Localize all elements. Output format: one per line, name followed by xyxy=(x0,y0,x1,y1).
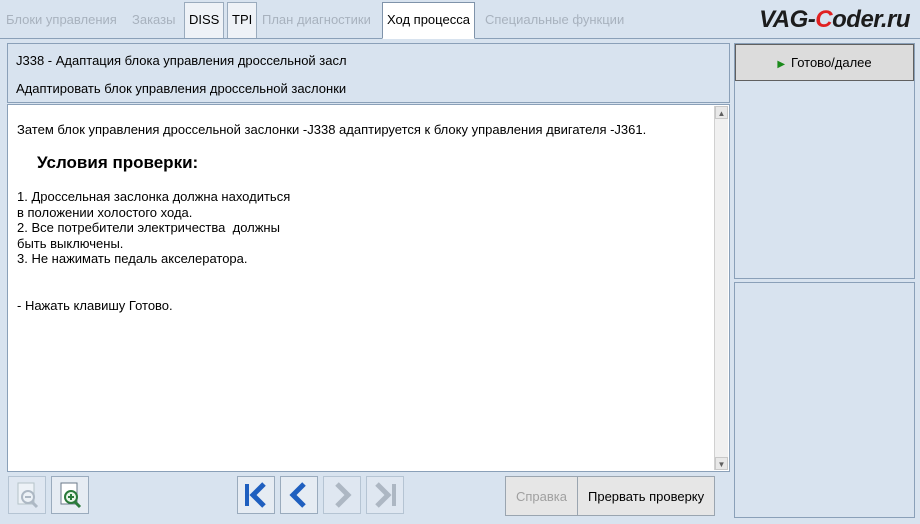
skip-first-icon xyxy=(245,482,266,508)
right-panel-bottom xyxy=(734,282,915,518)
abort-test-button[interactable]: Прервать проверку xyxy=(577,476,716,516)
tab-control-units[interactable]: Блоки управления xyxy=(2,3,121,37)
condition-line: 2. Все потребители электричества должны xyxy=(17,220,280,235)
zoom-out-button[interactable] xyxy=(8,476,46,514)
zoom-in-button[interactable] xyxy=(51,476,89,514)
last-step-button[interactable] xyxy=(366,476,404,514)
help-button[interactable]: Справка xyxy=(505,476,578,516)
skip-last-icon xyxy=(375,482,396,508)
tab-tpi[interactable]: TPI xyxy=(227,2,258,38)
scroll-up-icon[interactable]: ▲ xyxy=(715,106,728,119)
right-panel-top: ▶ Готово/далее xyxy=(734,43,915,279)
test-header-panel: J338 - Адаптация блока управления дроссе… xyxy=(7,43,730,103)
play-icon: ▶ xyxy=(777,59,786,70)
chevron-right-icon xyxy=(335,482,352,508)
vertical-scrollbar[interactable]: ▲ ▼ xyxy=(714,106,728,470)
tab-process[interactable]: Ход процесса xyxy=(382,2,475,39)
zoom-in-icon xyxy=(60,482,82,509)
next-step-button[interactable] xyxy=(323,476,361,514)
condition-line: 3. Не нажимать педаль акселератора. xyxy=(17,251,248,266)
previous-step-button[interactable] xyxy=(280,476,318,514)
tab-special-functions[interactable]: Специальные функции xyxy=(481,3,628,37)
chevron-left-icon xyxy=(289,482,306,508)
condition-line: быть выключены. xyxy=(17,236,124,251)
conditions-heading: Условия проверки: xyxy=(37,153,199,172)
test-title: J338 - Адаптация блока управления дроссе… xyxy=(16,53,347,68)
scroll-down-icon[interactable]: ▼ xyxy=(715,457,728,470)
tab-diagnostic-plan[interactable]: План диагностики xyxy=(258,3,375,37)
test-subtitle: Адаптировать блок управления дроссельной… xyxy=(16,81,347,96)
tab-bar: Блоки управления Заказы DISS TPI План ди… xyxy=(0,0,920,39)
bottom-toolbar: Справка Прервать проверку xyxy=(0,473,732,520)
tab-orders[interactable]: Заказы xyxy=(128,3,179,37)
condition-line: 1. Дроссельная заслонка должна находитьс… xyxy=(17,189,291,204)
intro-text: Затем блок управления дроссельной заслон… xyxy=(17,122,647,137)
zoom-out-icon xyxy=(17,482,39,509)
tab-diss[interactable]: DISS xyxy=(184,2,225,38)
watermark-logo: VAG-Coder.ru xyxy=(759,6,910,33)
first-step-button[interactable] xyxy=(237,476,275,514)
done-next-button[interactable]: ▶ Готово/далее xyxy=(735,44,914,81)
instruction-content: Затем блок управления дроссельной заслон… xyxy=(7,104,730,472)
instruction-text: - Нажать клавишу Готово. xyxy=(17,298,173,313)
condition-line: в положении холостого хода. xyxy=(17,205,193,220)
